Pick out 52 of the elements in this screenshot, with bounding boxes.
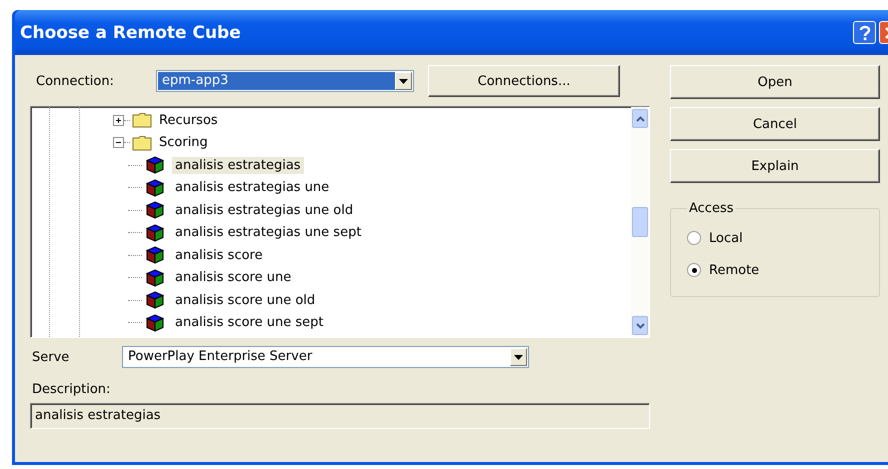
- scroll-up-button[interactable]: [632, 109, 648, 128]
- dialog-button[interactable]: Explain: [670, 149, 880, 183]
- dropdown-arrow-icon: [514, 354, 523, 360]
- tree-item[interactable]: analisis score une: [172, 269, 294, 286]
- tree-item[interactable]: analisis score une old: [172, 292, 318, 309]
- tree-item[interactable]: analisis score une sept: [172, 314, 326, 332]
- scroll-down-button[interactable]: [632, 316, 648, 335]
- radio-label[interactable]: Remote: [709, 262, 760, 278]
- radio-label[interactable]: Local: [709, 230, 743, 246]
- radio-button[interactable]: [687, 231, 701, 245]
- description-label: Description:: [31, 382, 112, 397]
- description-field: analisis estrategias: [30, 403, 650, 429]
- tree-item[interactable]: Scoring: [156, 134, 211, 152]
- chevron-up-icon: [636, 116, 644, 122]
- dropdown-arrow-icon: [399, 78, 408, 84]
- expand-icon[interactable]: [113, 114, 124, 126]
- chevron-down-icon: [636, 322, 644, 328]
- dropdown-value: PowerPlay Enterprise Server: [127, 348, 314, 366]
- connection-label: Connection:: [35, 74, 115, 88]
- connection-dropdown[interactable]: epm-app3: [156, 70, 414, 92]
- cube-icon: [146, 201, 164, 220]
- cube-icon: [146, 268, 164, 287]
- cube-icon: [146, 156, 164, 174]
- folder-icon: [132, 112, 152, 128]
- dialog-button[interactable]: Open: [670, 65, 880, 99]
- help-button[interactable]: [853, 21, 876, 44]
- dropdown-value: epm-app3: [158, 72, 395, 90]
- dropdown-button[interactable]: [510, 348, 527, 366]
- connections-button[interactable]: Connections...: [428, 65, 620, 97]
- tree-item[interactable]: analisis estrategias: [172, 156, 304, 174]
- cube-icon: [146, 224, 164, 242]
- dropdown-button[interactable]: [395, 72, 412, 90]
- tree-item[interactable]: Recursos: [156, 112, 221, 129]
- cube-icon: [146, 291, 164, 310]
- cube-icon: [146, 246, 164, 264]
- group-title: Access: [688, 201, 735, 216]
- scrollbar[interactable]: [631, 107, 649, 337]
- cube-icon: [146, 314, 164, 332]
- tree-item[interactable]: analisis score: [172, 246, 266, 264]
- tree-item[interactable]: analisis estrategias une sept: [172, 224, 364, 242]
- server-dropdown[interactable]: PowerPlay Enterprise Server: [122, 346, 529, 368]
- scroll-thumb[interactable]: [632, 207, 648, 237]
- collapse-icon[interactable]: [113, 137, 124, 148]
- dialog-button[interactable]: Cancel: [670, 107, 880, 141]
- folder-icon: [132, 134, 152, 151]
- server-label: Serve: [31, 350, 70, 364]
- cube-icon: [146, 178, 164, 197]
- tree-item[interactable]: analisis estrategias une old: [172, 202, 356, 219]
- radio-button[interactable]: [687, 263, 701, 277]
- help-icon: [858, 24, 870, 40]
- tree-item[interactable]: analisis estrategias une: [172, 179, 332, 196]
- window-title: Choose a Remote Cube: [20, 22, 242, 42]
